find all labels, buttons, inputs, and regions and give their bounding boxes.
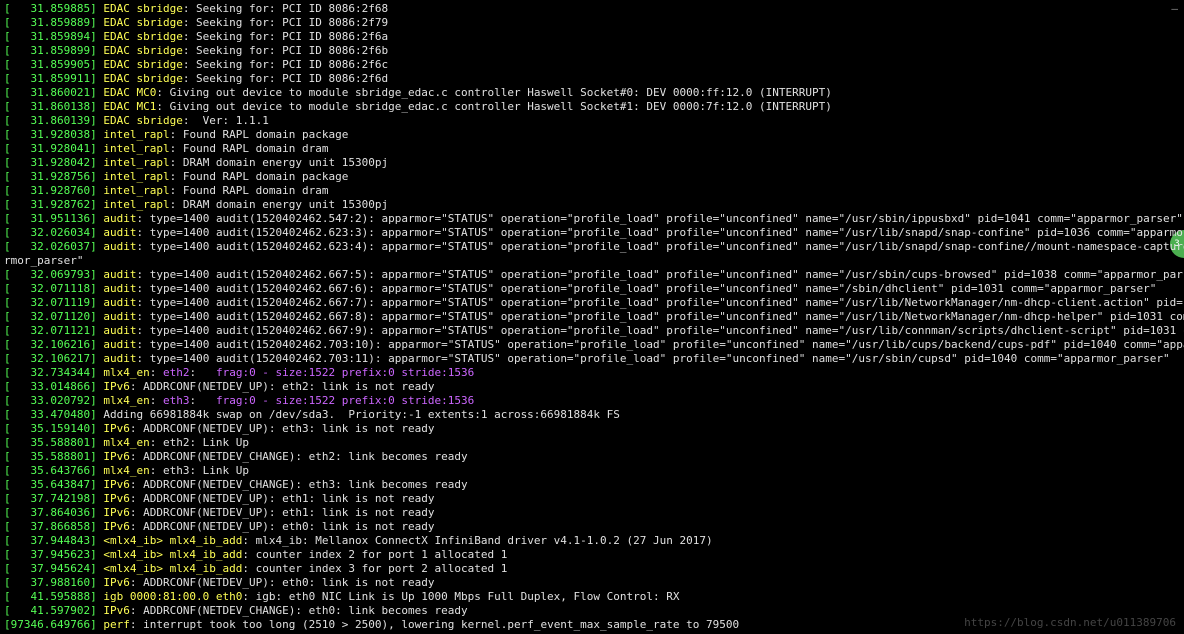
- terminal-output: [ 31.859885] EDAC sbridge: Seeking for: …: [0, 0, 1184, 634]
- log-line: [ 35.588801] IPv6: ADDRCONF(NETDEV_CHANG…: [4, 450, 1180, 464]
- log-line: [ 32.071118] audit: type=1400 audit(1520…: [4, 282, 1180, 296]
- log-line: [ 37.988160] IPv6: ADDRCONF(NETDEV_UP): …: [4, 576, 1180, 590]
- log-line: [ 31.928042] intel_rapl: DRAM domain ene…: [4, 156, 1180, 170]
- log-line: [ 31.928756] intel_rapl: Found RAPL doma…: [4, 170, 1180, 184]
- log-line: [ 32.106216] audit: type=1400 audit(1520…: [4, 338, 1180, 352]
- log-line: [ 32.734344] mlx4_en: eth2: frag:0 - siz…: [4, 366, 1180, 380]
- log-line: [ 33.470480] Adding 66981884k swap on /d…: [4, 408, 1180, 422]
- log-line: [ 35.588801] mlx4_en: eth2: Link Up: [4, 436, 1180, 450]
- log-line: [ 37.866858] IPv6: ADDRCONF(NETDEV_UP): …: [4, 520, 1180, 534]
- log-line: [ 37.864036] IPv6: ADDRCONF(NETDEV_UP): …: [4, 506, 1180, 520]
- log-line: [ 31.859885] EDAC sbridge: Seeking for: …: [4, 2, 1180, 16]
- log-line: [ 32.069793] audit: type=1400 audit(1520…: [4, 268, 1180, 282]
- log-line: [ 31.860139] EDAC sbridge: Ver: 1.1.1: [4, 114, 1180, 128]
- log-line: [ 37.945623] <mlx4_ib> mlx4_ib_add: coun…: [4, 548, 1180, 562]
- log-line: [ 37.742198] IPv6: ADDRCONF(NETDEV_UP): …: [4, 492, 1180, 506]
- log-line: [ 33.020792] mlx4_en: eth3: frag:0 - siz…: [4, 394, 1180, 408]
- log-line: [ 32.071120] audit: type=1400 audit(1520…: [4, 310, 1180, 324]
- log-line: [ 35.159140] IPv6: ADDRCONF(NETDEV_UP): …: [4, 422, 1180, 436]
- log-line: [ 32.106217] audit: type=1400 audit(1520…: [4, 352, 1180, 366]
- log-line: [ 35.643766] mlx4_en: eth3: Link Up: [4, 464, 1180, 478]
- log-line: [ 32.026037] audit: type=1400 audit(1520…: [4, 240, 1180, 254]
- log-line: [ 31.859905] EDAC sbridge: Seeking for: …: [4, 58, 1180, 72]
- log-line: [ 31.859889] EDAC sbridge: Seeking for: …: [4, 16, 1180, 30]
- log-line: rmor_parser": [4, 254, 1180, 268]
- log-line: [ 35.643847] IPv6: ADDRCONF(NETDEV_CHANG…: [4, 478, 1180, 492]
- log-line: [ 41.595888] igb 0000:81:00.0 eth0: igb:…: [4, 590, 1180, 604]
- log-line: [ 31.859894] EDAC sbridge: Seeking for: …: [4, 30, 1180, 44]
- log-line: [ 32.071121] audit: type=1400 audit(1520…: [4, 324, 1180, 338]
- log-line: [ 31.951136] audit: type=1400 audit(1520…: [4, 212, 1180, 226]
- watermark-text: https://blog.csdn.net/u011389706: [964, 616, 1176, 630]
- log-line: [ 32.026034] audit: type=1400 audit(1520…: [4, 226, 1180, 240]
- log-line: [ 31.928038] intel_rapl: Found RAPL doma…: [4, 128, 1180, 142]
- log-line: [ 32.071119] audit: type=1400 audit(1520…: [4, 296, 1180, 310]
- log-line: [ 31.859899] EDAC sbridge: Seeking for: …: [4, 44, 1180, 58]
- log-line: [ 31.859911] EDAC sbridge: Seeking for: …: [4, 72, 1180, 86]
- log-line: [ 31.860021] EDAC MC0: Giving out device…: [4, 86, 1180, 100]
- log-line: [ 31.928762] intel_rapl: DRAM domain ene…: [4, 198, 1180, 212]
- log-line: [ 37.945624] <mlx4_ib> mlx4_ib_add: coun…: [4, 562, 1180, 576]
- log-line: [ 31.928041] intel_rapl: Found RAPL doma…: [4, 142, 1180, 156]
- log-line: [ 31.928760] intel_rapl: Found RAPL doma…: [4, 184, 1180, 198]
- log-line: [ 37.944843] <mlx4_ib> mlx4_ib_add: mlx4…: [4, 534, 1180, 548]
- log-line: [ 33.014866] IPv6: ADDRCONF(NETDEV_UP): …: [4, 380, 1180, 394]
- log-line: [ 31.860138] EDAC MC1: Giving out device…: [4, 100, 1180, 114]
